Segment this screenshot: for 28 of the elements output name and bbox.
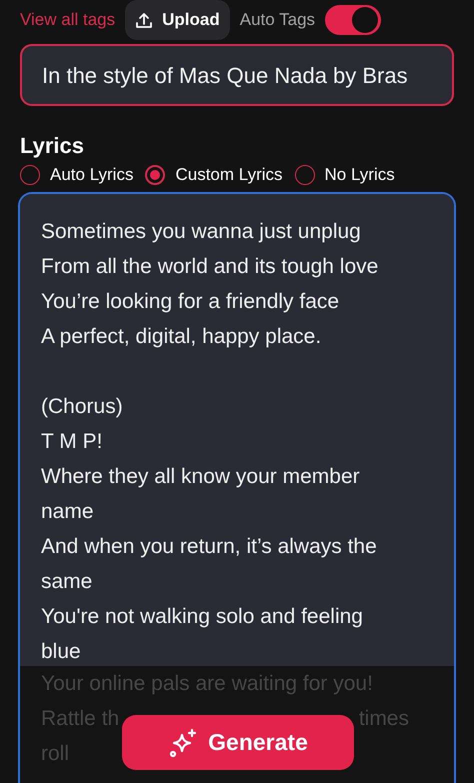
lyric-line: Sometimes you wanna just unplug [41,219,361,245]
upload-icon [135,12,154,28]
lyric-line: name [41,499,94,525]
radio-button[interactable] [294,165,315,185]
lyric-line: (Chorus) [41,394,123,420]
upload-button[interactable]: Upload [125,0,230,40]
lyrics-text-area[interactable] [18,192,456,783]
sparkle-icon [168,728,198,758]
lyric-line: T M P! [41,429,102,455]
lyric-line: blue [41,639,81,665]
auto-tags-toggle[interactable] [325,5,382,35]
lyric-line: Where they all know your member [41,464,360,490]
lyric-line: From all the world and its tough love [41,254,378,280]
lyrics-radio-option[interactable]: Custom Lyrics [145,162,283,188]
view-all-tags-link[interactable]: View all tags [20,7,116,33]
lyric-line: same [41,569,92,595]
lyrics-radio-option[interactable]: No Lyrics [294,162,395,188]
lyric-line: A perfect, digital, happy place. [41,324,322,350]
lyrics-radio-option[interactable]: Auto Lyrics [20,162,134,188]
lyrics-heading: Lyrics [20,132,86,160]
lyric-line: You're not walking solo and feeling [41,604,363,630]
auto-tags-label: Auto Tags [240,9,316,32]
radio-button[interactable] [20,165,40,185]
style-input-field[interactable]: In the style of Mas Que Nada by Bras [20,44,454,106]
radio-button[interactable] [145,165,166,185]
generate-button[interactable]: Generate [122,715,354,770]
lyric-line: You’re looking for a friendly face [41,289,340,315]
lyric-line: And when you return, it’s always the [41,534,377,560]
